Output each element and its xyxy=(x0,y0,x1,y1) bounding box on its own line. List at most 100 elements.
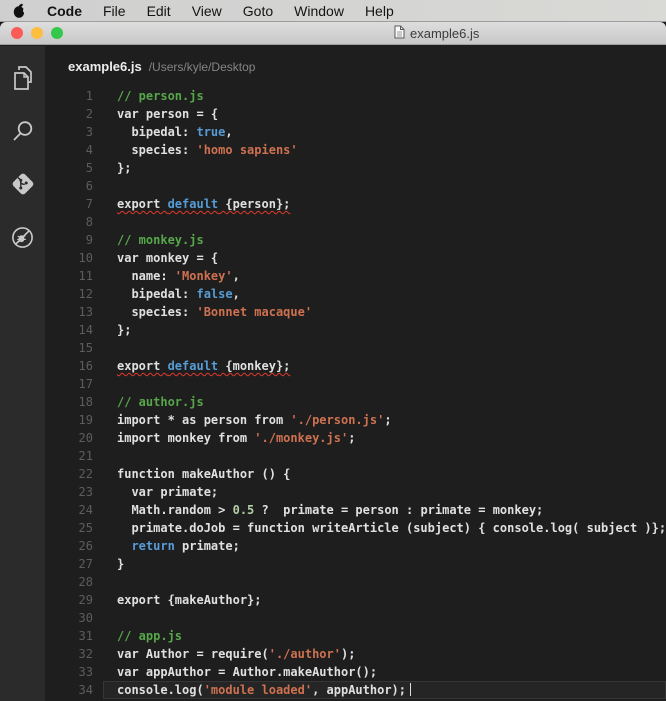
code-line[interactable]: 19 import * as person from './person.js'; xyxy=(45,411,666,429)
code-line[interactable]: 27} xyxy=(45,555,666,573)
code-line[interactable]: 9 // monkey.js xyxy=(45,231,666,249)
code-line[interactable]: 7 export default {person}; xyxy=(45,195,666,213)
zoom-button[interactable] xyxy=(51,27,63,39)
code-text[interactable]: import monkey from './monkey.js'; xyxy=(117,429,355,447)
code-text[interactable]: // person.js xyxy=(117,87,204,105)
code-text[interactable]: species: 'homo sapiens' xyxy=(117,141,298,159)
code-text[interactable]: var monkey = { xyxy=(117,249,218,267)
code-line[interactable]: 22function makeAuthor () { xyxy=(45,465,666,483)
line-number[interactable]: 10 xyxy=(45,249,93,267)
line-number[interactable]: 21 xyxy=(45,447,93,465)
line-number[interactable]: 1 xyxy=(45,87,93,105)
line-number[interactable]: 25 xyxy=(45,519,93,537)
code-line[interactable]: 10 var monkey = { xyxy=(45,249,666,267)
code-text[interactable]: return primate; xyxy=(117,537,240,555)
code-text[interactable]: console.log('module loaded', appAuthor); xyxy=(117,681,411,699)
line-number[interactable]: 16 xyxy=(45,357,93,375)
line-number[interactable]: 14 xyxy=(45,321,93,339)
code-line[interactable]: 1 // person.js xyxy=(45,87,666,105)
line-number[interactable]: 3 xyxy=(45,123,93,141)
code-text[interactable]: // app.js xyxy=(117,627,182,645)
code-line[interactable]: 33 var appAuthor = Author.makeAuthor(); xyxy=(45,663,666,681)
code-line[interactable]: 31 // app.js xyxy=(45,627,666,645)
line-number[interactable]: 15 xyxy=(45,339,93,357)
code-text[interactable]: // author.js xyxy=(117,393,204,411)
code-text[interactable]: bipedal: true, xyxy=(117,123,233,141)
close-button[interactable] xyxy=(11,27,23,39)
line-number[interactable]: 11 xyxy=(45,267,93,285)
line-number[interactable]: 12 xyxy=(45,285,93,303)
code-text[interactable]: export default {monkey}; xyxy=(117,357,290,375)
line-number[interactable]: 9 xyxy=(45,231,93,249)
code-line[interactable]: 12 bipedal: false, xyxy=(45,285,666,303)
line-number[interactable]: 20 xyxy=(45,429,93,447)
menu-item-window[interactable]: Window xyxy=(294,3,344,19)
code-editor[interactable]: 1// person.js2var person = {3 bipedal: t… xyxy=(45,87,666,701)
line-number[interactable]: 29 xyxy=(45,591,93,609)
line-number[interactable]: 19 xyxy=(45,411,93,429)
code-text[interactable]: import * as person from './person.js'; xyxy=(117,411,392,429)
code-text[interactable]: function makeAuthor () { xyxy=(117,465,290,483)
line-number[interactable]: 2 xyxy=(45,105,93,123)
code-line[interactable]: 28 xyxy=(45,573,666,591)
code-text[interactable]: bipedal: false, xyxy=(117,285,240,303)
code-text[interactable]: export {makeAuthor}; xyxy=(117,591,262,609)
menu-item-file[interactable]: File xyxy=(103,3,126,19)
code-line[interactable]: 13 species: 'Bonnet macaque' xyxy=(45,303,666,321)
tab-example6[interactable]: example6.js /Users/kyle/Desktop xyxy=(68,59,255,74)
code-line[interactable]: 24 Math.random > 0.5 ? primate = person … xyxy=(45,501,666,519)
code-line[interactable]: 6 xyxy=(45,177,666,195)
code-line[interactable]: 29 export {makeAuthor}; xyxy=(45,591,666,609)
line-number[interactable]: 17 xyxy=(45,375,93,393)
apple-icon[interactable] xyxy=(13,3,26,18)
line-number[interactable]: 23 xyxy=(45,483,93,501)
minimize-button[interactable] xyxy=(31,27,43,39)
code-line[interactable]: 23 var primate; xyxy=(45,483,666,501)
line-number[interactable]: 31 xyxy=(45,627,93,645)
menu-item-edit[interactable]: Edit xyxy=(147,3,171,19)
code-line[interactable]: 3 bipedal: true, xyxy=(45,123,666,141)
code-line[interactable]: 20 import monkey from './monkey.js'; xyxy=(45,429,666,447)
menu-item-view[interactable]: View xyxy=(192,3,222,19)
line-number[interactable]: 34 xyxy=(45,681,93,699)
code-line[interactable]: 14}; xyxy=(45,321,666,339)
code-line[interactable]: 11 name: 'Monkey', xyxy=(45,267,666,285)
line-number[interactable]: 33 xyxy=(45,663,93,681)
code-text[interactable]: var appAuthor = Author.makeAuthor(); xyxy=(117,663,377,681)
line-number[interactable]: 13 xyxy=(45,303,93,321)
code-line[interactable]: 2 var person = { xyxy=(45,105,666,123)
code-line[interactable]: 32 var Author = require('./author'); xyxy=(45,645,666,663)
code-text[interactable]: } xyxy=(117,555,124,573)
code-text[interactable]: export default {person}; xyxy=(117,195,290,213)
files-icon[interactable] xyxy=(10,65,36,91)
search-icon[interactable] xyxy=(10,118,36,144)
line-number[interactable]: 27 xyxy=(45,555,93,573)
code-line[interactable]: 21 xyxy=(45,447,666,465)
line-number[interactable]: 32 xyxy=(45,645,93,663)
code-line[interactable]: 30 xyxy=(45,609,666,627)
menu-item-goto[interactable]: Goto xyxy=(243,3,273,19)
git-icon[interactable] xyxy=(10,171,36,197)
code-line[interactable]: 25 primate.doJob = function writeArticle… xyxy=(45,519,666,537)
code-text[interactable]: }; xyxy=(117,321,131,339)
title-bar[interactable]: example6.js xyxy=(0,22,666,45)
code-text[interactable]: }; xyxy=(117,159,131,177)
code-line[interactable]: 15 xyxy=(45,339,666,357)
line-number[interactable]: 24 xyxy=(45,501,93,519)
code-text[interactable]: var primate; xyxy=(117,483,218,501)
code-text[interactable]: var person = { xyxy=(117,105,218,123)
code-line[interactable]: 18// author.js xyxy=(45,393,666,411)
line-number[interactable]: 30 xyxy=(45,609,93,627)
line-number[interactable]: 6 xyxy=(45,177,93,195)
line-number[interactable]: 7 xyxy=(45,195,93,213)
code-line[interactable]: 5}; xyxy=(45,159,666,177)
code-text[interactable]: name: 'Monkey', xyxy=(117,267,240,285)
code-line[interactable]: 4 species: 'homo sapiens' xyxy=(45,141,666,159)
code-line[interactable]: 16 export default {monkey}; xyxy=(45,357,666,375)
code-text[interactable]: species: 'Bonnet macaque' xyxy=(117,303,312,321)
code-text[interactable]: var Author = require('./author'); xyxy=(117,645,355,663)
code-text[interactable]: // monkey.js xyxy=(117,231,204,249)
line-number[interactable]: 26 xyxy=(45,537,93,555)
code-line[interactable]: 34 console.log('module loaded', appAuthor… xyxy=(45,681,666,699)
line-number[interactable]: 4 xyxy=(45,141,93,159)
